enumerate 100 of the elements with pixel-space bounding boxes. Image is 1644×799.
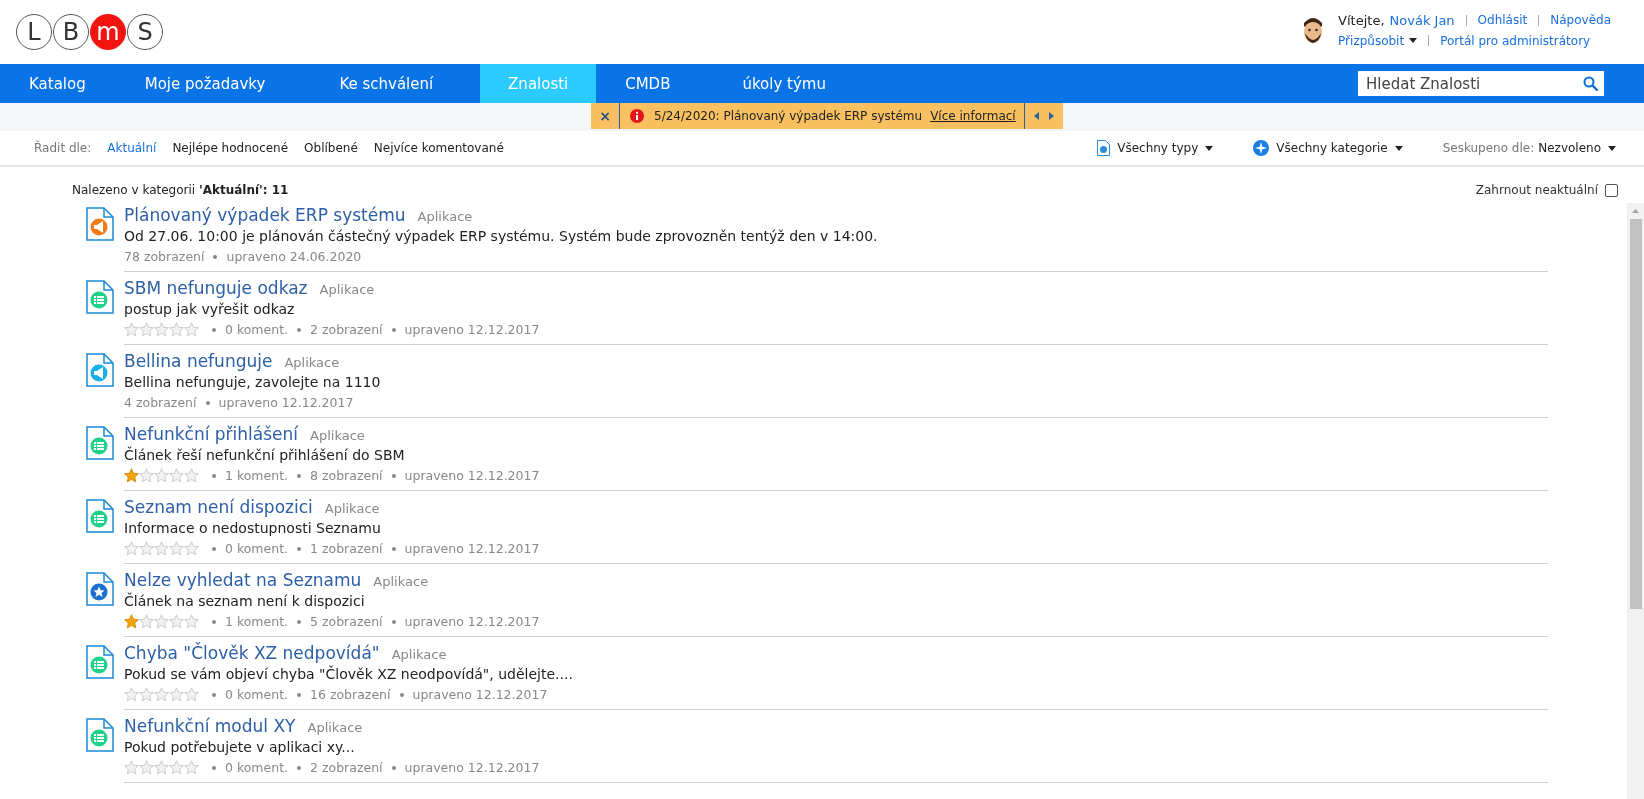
header-link[interactable]: Odhlásit <box>1477 13 1528 27</box>
modified-date: upraveno 12.12.2017 <box>404 541 540 556</box>
article-summary: Článek na seznam není k dispozici <box>124 593 366 609</box>
group-by-dropdown[interactable]: Nezvoleno <box>1538 141 1601 155</box>
star-rating[interactable] <box>124 541 199 556</box>
sort-option[interactable]: Nejlépe hodnocené <box>172 141 289 155</box>
star-icon[interactable] <box>169 760 184 775</box>
sort-option[interactable]: Aktuální <box>107 141 157 155</box>
user-name-link[interactable]: Novák Jan <box>1389 12 1455 28</box>
sort-option[interactable]: Oblíbené <box>304 141 358 155</box>
star-icon[interactable] <box>124 468 139 483</box>
star-icon[interactable] <box>184 322 199 337</box>
star-icon[interactable] <box>124 614 139 629</box>
include-outdated-checkbox[interactable] <box>1605 183 1618 197</box>
star-icon[interactable] <box>124 687 139 702</box>
star-icon[interactable] <box>139 614 154 629</box>
category-tag: Aplikace <box>417 209 473 224</box>
star-icon[interactable] <box>184 541 199 556</box>
star-icon[interactable] <box>154 687 169 702</box>
compass-icon <box>1253 140 1270 156</box>
modified-date: upraveno 12.12.2017 <box>404 468 540 483</box>
admin-portal-link[interactable]: Portál pro administrátory <box>1440 33 1591 48</box>
article-summary: Od 27.06. 10:00 je plánován částečný výpadek ERP systému. Systém bude zprovozněn tentýž den v 14:00. <box>124 228 879 244</box>
previous-icon[interactable] <box>1033 112 1039 120</box>
category-tag: Aplikace <box>391 647 447 662</box>
scroll-up-icon[interactable] <box>1632 209 1639 213</box>
sort-label: Řadit dle: <box>34 141 92 155</box>
article-title-link[interactable]: Nefunkční modul XY <box>124 716 296 736</box>
view-count: 5 zobrazení <box>310 614 383 629</box>
nav-tab[interactable]: Moje požadavky <box>114 64 311 103</box>
scrollbar-thumb[interactable] <box>1629 219 1642 609</box>
star-icon[interactable] <box>169 322 184 337</box>
search-box[interactable]: Hledat Znalosti <box>1358 71 1604 96</box>
more-info-link[interactable]: Více informací <box>930 109 1016 123</box>
star-icon[interactable] <box>154 614 169 629</box>
star-icon[interactable] <box>139 322 154 337</box>
category-tag: Aplikace <box>284 355 340 370</box>
comment-count: 0 koment. <box>225 760 289 775</box>
article-title-link[interactable]: Seznam není dispozici <box>124 497 313 517</box>
star-icon[interactable] <box>154 541 169 556</box>
view-count: 8 zobrazení <box>310 468 383 483</box>
star-icon[interactable] <box>139 541 154 556</box>
scrollbar[interactable] <box>1627 203 1644 799</box>
article-title-link[interactable]: Plánovaný výpadek ERP systému <box>124 205 406 225</box>
group-by-label: Seskupeno dle: <box>1442 141 1535 155</box>
article-summary: Článek řeší nefunkční přihlášení do SBM <box>124 447 406 463</box>
nav-tab[interactable]: Katalog <box>0 64 115 103</box>
article-summary: Pokud potřebujete v aplikaci xy... <box>124 739 356 755</box>
star-icon[interactable] <box>184 760 199 775</box>
article-summary: Pokud se vám objeví chyba "Člověk XZ neodpovídá", udělejte.... <box>124 666 574 682</box>
header-link[interactable]: Nápověda <box>1550 13 1611 27</box>
result-summary: Nalezeno v kategorii 'Aktuální': 11 <box>72 183 289 197</box>
article-summary: Bellina nefunguje, zavolejte na 1110 <box>124 374 382 390</box>
star-icon[interactable] <box>169 468 184 483</box>
star-icon[interactable] <box>124 760 139 775</box>
category-tag: Aplikace <box>319 282 375 297</box>
star-icon[interactable] <box>154 760 169 775</box>
star-icon[interactable] <box>184 468 199 483</box>
star-rating[interactable] <box>124 760 199 775</box>
modified-date: upraveno 12.12.2017 <box>404 322 540 337</box>
star-icon[interactable] <box>154 322 169 337</box>
search-icon[interactable] <box>1583 76 1598 91</box>
star-icon[interactable] <box>169 687 184 702</box>
info-icon <box>630 109 644 123</box>
star-icon[interactable] <box>169 614 184 629</box>
star-icon[interactable] <box>184 614 199 629</box>
comment-count: 1 koment. <box>225 468 289 483</box>
view-count: 2 zobrazení <box>310 760 383 775</box>
nav-tab[interactable]: Ke schválení <box>310 64 481 103</box>
star-icon[interactable] <box>139 687 154 702</box>
customize-link[interactable]: Přizpůsobit <box>1338 33 1405 48</box>
star-icon[interactable] <box>124 322 139 337</box>
modified-date: upraveno 12.12.2017 <box>404 760 540 775</box>
article-title-link[interactable]: Nelze vyhledat na Seznamu <box>124 570 362 590</box>
star-icon[interactable] <box>184 687 199 702</box>
article-summary: postup jak vyřešit odkaz <box>124 301 296 317</box>
star-icon[interactable] <box>169 541 184 556</box>
star-icon[interactable] <box>124 541 139 556</box>
sort-option[interactable]: Nejvíce komentované <box>373 141 504 155</box>
nav-tab[interactable]: úkoly týmu <box>713 64 855 103</box>
modified-date: upraveno 12.12.2017 <box>404 614 540 629</box>
star-icon[interactable] <box>154 468 169 483</box>
star-rating[interactable] <box>124 687 199 702</box>
article-title-link[interactable]: Bellina nefunguje <box>124 351 273 371</box>
comment-count: 0 koment. <box>225 541 289 556</box>
nav-tab[interactable]: CMDB <box>596 64 714 103</box>
close-button[interactable]: × <box>591 103 620 129</box>
article-title-link[interactable]: SBM nefunguje odkaz <box>124 278 308 298</box>
article-title-link[interactable]: Nefunkční přihlášení <box>124 424 299 444</box>
view-count: 78 zobrazení <box>124 249 205 264</box>
article-title-link[interactable]: Chyba "Člověk XZ nedpovídá" <box>124 643 380 663</box>
star-rating[interactable] <box>124 322 199 337</box>
next-icon[interactable] <box>1048 112 1054 120</box>
star-icon[interactable] <box>139 468 154 483</box>
star-rating[interactable] <box>124 468 199 483</box>
logo-letter: m <box>90 14 126 50</box>
type-filter-dropdown[interactable]: Všechny typy <box>1117 141 1199 155</box>
category-filter-dropdown[interactable]: Všechny kategorie <box>1276 141 1388 155</box>
star-rating[interactable] <box>124 614 199 629</box>
star-icon[interactable] <box>139 760 154 775</box>
